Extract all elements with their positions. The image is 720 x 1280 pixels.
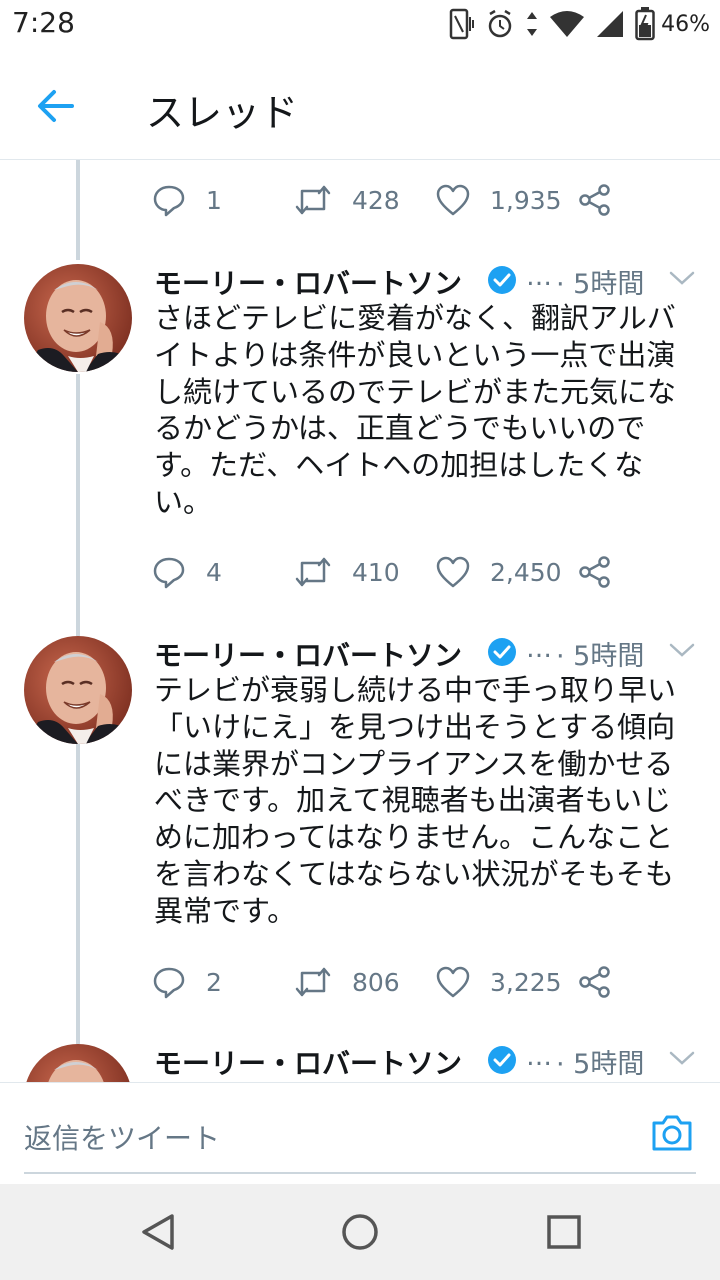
avatar[interactable] xyxy=(24,1044,132,1082)
heart-icon xyxy=(436,184,470,216)
status-bar: 7:28 46% xyxy=(0,0,720,48)
retweet-count: 428 xyxy=(352,185,400,215)
name-ellipsis: … xyxy=(526,262,552,292)
tweet-actions: 4 410 2,450 xyxy=(152,550,622,594)
author-name[interactable]: モーリー・ロバートソン xyxy=(154,262,462,302)
retweet-icon xyxy=(295,185,331,215)
page-title: スレッド xyxy=(146,91,299,135)
verified-badge-icon xyxy=(488,638,516,666)
like-action[interactable]: 2,450 xyxy=(436,550,562,594)
retweet-action[interactable]: 806 xyxy=(294,960,400,1004)
share-icon xyxy=(579,184,610,216)
tweet-time: · 5時間 xyxy=(556,1049,645,1080)
reply-input-underline xyxy=(24,1172,696,1174)
system-nav-bar xyxy=(0,1184,720,1280)
retweet-action[interactable]: 410 xyxy=(294,550,400,594)
like-action[interactable]: 3,225 xyxy=(436,960,562,1004)
camera-icon[interactable] xyxy=(650,1113,694,1153)
profile-photo-icon xyxy=(24,1044,132,1082)
vibrate-icon xyxy=(449,8,475,40)
verified-badge-icon xyxy=(488,1046,516,1074)
chevron-down-icon[interactable] xyxy=(668,1048,696,1068)
share-action[interactable] xyxy=(578,960,612,1004)
tweet-text: さほどテレビに愛着がなく、翻訳アルバ イトよりは条件が良いという一点で出演 し続… xyxy=(154,301,677,519)
tweet-header: モーリー・ロバートソン … · 5時間 xyxy=(154,1042,696,1082)
reply-input[interactable]: 返信をツイート xyxy=(24,1117,220,1157)
profile-photo-icon xyxy=(24,264,132,372)
arrow-left-icon xyxy=(38,90,74,122)
tweet-actions: 1 428 1,935 xyxy=(152,178,622,222)
tweet-header: モーリー・ロバートソン … · 5時間 xyxy=(154,634,696,674)
avatar[interactable] xyxy=(24,636,132,744)
name-ellipsis: … xyxy=(526,1042,552,1072)
battery-icon xyxy=(635,7,655,41)
like-count: 2,450 xyxy=(490,557,562,587)
reply-bar: 返信をツイート xyxy=(0,1082,720,1184)
profile-photo-icon xyxy=(24,636,132,744)
thread-list[interactable]: 1 428 1,935 モーリー・ロバートソン … · 5時間 さほどテレビに愛… xyxy=(0,160,720,1082)
tweet-text: テレビが衰弱し続ける中で手っ取り早い 「いけにえ」を見つけ出そうとする傾向 には… xyxy=(154,673,677,928)
chevron-down-icon[interactable] xyxy=(668,640,696,660)
share-icon xyxy=(579,556,610,588)
share-icon xyxy=(579,966,610,998)
thread-line xyxy=(76,160,80,260)
retweet-count: 806 xyxy=(352,967,400,997)
retweet-count: 410 xyxy=(352,557,400,587)
reply-icon xyxy=(153,967,185,999)
thread-line xyxy=(76,744,80,1044)
alarm-icon xyxy=(488,9,512,38)
wifi-icon xyxy=(550,11,585,37)
reply-action[interactable]: 4 xyxy=(152,550,222,594)
reply-action[interactable]: 2 xyxy=(152,960,222,1004)
tweet-time: · 5時間 xyxy=(556,269,645,300)
reply-count: 2 xyxy=(206,967,222,997)
back-triangle-icon[interactable] xyxy=(138,1212,178,1252)
author-name[interactable]: モーリー・ロバートソン xyxy=(154,634,462,674)
heart-icon xyxy=(436,556,470,588)
retweet-action[interactable]: 428 xyxy=(294,178,400,222)
like-count: 3,225 xyxy=(490,967,562,997)
reply-icon xyxy=(153,185,185,217)
reply-count: 4 xyxy=(206,557,222,587)
retweet-icon xyxy=(295,967,331,997)
status-icons: 46% xyxy=(445,6,710,42)
author-name[interactable]: モーリー・ロバートソン xyxy=(154,1042,462,1082)
tweet-time: · 5時間 xyxy=(556,641,645,672)
status-time: 7:28 xyxy=(12,6,75,39)
name-ellipsis: … xyxy=(526,634,552,664)
share-action[interactable] xyxy=(578,550,612,594)
chevron-down-icon[interactable] xyxy=(668,268,696,288)
back-button[interactable] xyxy=(30,80,82,132)
app-header: スレッド xyxy=(0,48,720,160)
home-circle-icon[interactable] xyxy=(340,1212,380,1252)
retweet-icon xyxy=(295,557,331,587)
avatar[interactable] xyxy=(24,264,132,372)
like-action[interactable]: 1,935 xyxy=(436,178,562,222)
tweet-header: モーリー・ロバートソン … · 5時間 xyxy=(154,262,696,302)
cell-signal-icon xyxy=(597,11,624,37)
thread-line xyxy=(76,374,80,636)
reply-action[interactable]: 1 xyxy=(152,178,222,222)
recents-square-icon[interactable] xyxy=(546,1214,582,1250)
like-count: 1,935 xyxy=(490,185,562,215)
verified-badge-icon xyxy=(488,266,516,294)
reply-icon xyxy=(153,557,185,589)
reply-count: 1 xyxy=(206,185,222,215)
tweet-actions: 2 806 3,225 xyxy=(152,960,622,1004)
data-arrows-icon xyxy=(527,12,538,36)
share-action[interactable] xyxy=(578,178,612,222)
battery-percent: 46% xyxy=(661,11,710,37)
heart-icon xyxy=(436,966,470,998)
